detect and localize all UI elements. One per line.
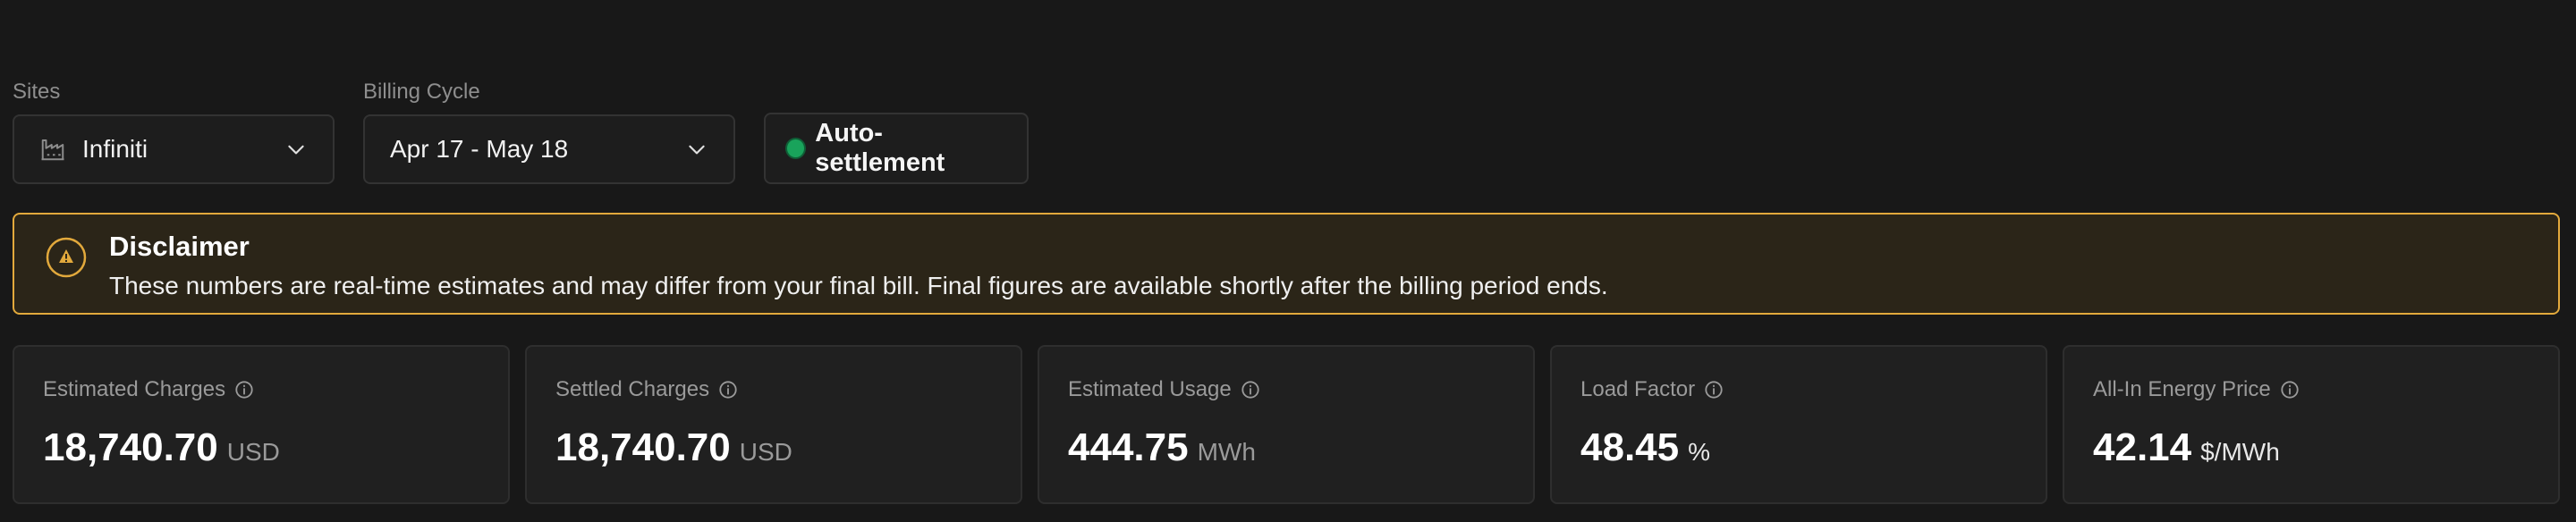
metric-card-estimated-usage: Estimated Usage 444.75 MWh (1038, 345, 1535, 504)
metric-label: Load Factor (1580, 377, 1696, 401)
info-icon[interactable] (234, 380, 254, 400)
metric-value: 18,740.70 (555, 425, 731, 469)
metric-unit: USD (226, 438, 280, 466)
metric-card-load-factor: Load Factor 48.45 % (1550, 345, 2047, 504)
sites-value: Infiniti (82, 135, 148, 163)
auto-settlement-button[interactable]: Auto-settlement (764, 113, 1029, 184)
disclaimer-title: Disclaimer (109, 231, 250, 262)
metric-unit: % (1688, 438, 1711, 466)
factory-icon (39, 136, 66, 163)
metric-value: 444.75 (1068, 425, 1189, 469)
metric-unit: MWh (1197, 438, 1256, 466)
metric-card-estimated-charges: Estimated Charges 18,740.70 USD (13, 345, 510, 504)
status-dot-icon (787, 139, 805, 157)
metric-label: All-In Energy Price (2093, 377, 2271, 401)
info-icon[interactable] (718, 380, 738, 400)
metric-label: Estimated Usage (1068, 377, 1232, 401)
metric-unit: USD (739, 438, 792, 466)
info-icon[interactable] (1704, 380, 1724, 400)
info-icon[interactable] (2280, 380, 2300, 400)
billing-dashboard: Sites Infiniti Billing Cycle Apr 17 - Ma… (0, 0, 2576, 522)
warning-icon (45, 236, 88, 283)
metric-card-all-in-energy-price: All-In Energy Price 42.14 $/MWh (2063, 345, 2560, 504)
sites-filter: Sites Infiniti (13, 79, 335, 184)
chevron-down-icon (685, 138, 708, 161)
metric-value: 18,740.70 (43, 425, 218, 469)
billing-cycle-value: Apr 17 - May 18 (390, 135, 569, 163)
sites-select[interactable]: Infiniti (13, 114, 335, 184)
disclaimer-banner: Disclaimer These numbers are real-time e… (13, 213, 2560, 315)
billing-cycle-label: Billing Cycle (363, 80, 480, 104)
metric-label: Settled Charges (555, 377, 710, 401)
auto-settlement-label: Auto-settlement (815, 119, 945, 177)
sites-label: Sites (13, 80, 61, 104)
metric-card-settled-charges: Settled Charges 18,740.70 USD (525, 345, 1022, 504)
info-icon[interactable] (1241, 380, 1260, 400)
chevron-down-icon (284, 138, 308, 161)
billing-cycle-filter: Billing Cycle Apr 17 - May 18 (363, 79, 735, 184)
billing-cycle-select[interactable]: Apr 17 - May 18 (363, 114, 735, 184)
metric-value: 42.14 (2093, 425, 2192, 469)
metric-unit: $/MWh (2200, 438, 2280, 466)
metric-value: 48.45 (1580, 425, 1680, 469)
disclaimer-text: These numbers are real-time estimates an… (109, 272, 1608, 299)
metric-label: Estimated Charges (43, 377, 226, 401)
